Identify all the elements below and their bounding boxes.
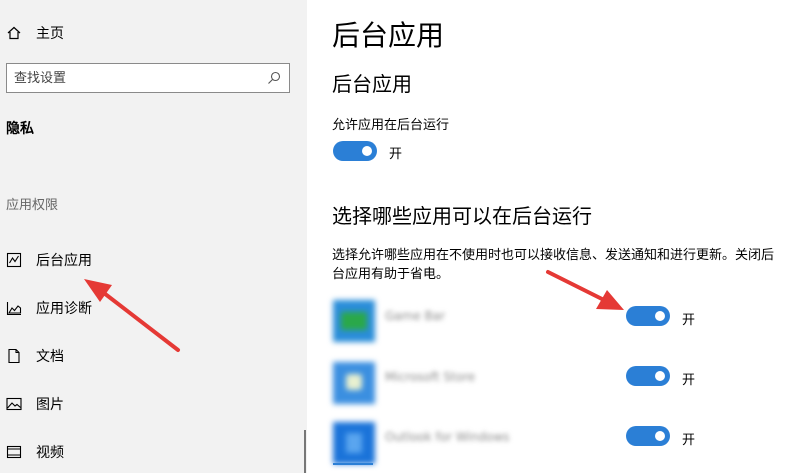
app-toggle-microsoft-store[interactable] [626, 366, 670, 386]
section-heading-choose-apps: 选择哪些应用可以在后台运行 [332, 204, 592, 228]
search-icon[interactable] [267, 71, 281, 85]
toggle-state-label: 开 [389, 147, 403, 162]
app-icon [333, 362, 375, 404]
app-diagnostics-icon [6, 300, 22, 316]
sidebar-item-pictures[interactable]: 图片 [0, 384, 300, 424]
toggle-knob [362, 146, 372, 156]
app-icon [333, 422, 375, 464]
allow-background-toggle[interactable] [333, 141, 377, 161]
page-title: 后台应用 [332, 19, 445, 52]
sidebar-item-videos[interactable]: 视频 [0, 432, 300, 472]
toggle-knob [655, 371, 665, 381]
toggle-state-label: 开 [682, 373, 696, 388]
sidebar-scrollbar[interactable] [304, 430, 306, 473]
sidebar-item-label: 后台应用 [36, 253, 92, 269]
toggle-knob [655, 431, 665, 441]
toggle-state-label: 开 [682, 313, 696, 328]
video-icon [6, 444, 22, 460]
background-apps-icon [6, 252, 22, 268]
sidebar-item-background-apps[interactable]: 后台应用 [0, 240, 300, 280]
selection-underline [333, 463, 373, 465]
sidebar-item-documents[interactable]: 文档 [0, 336, 300, 376]
section-heading-background-apps: 后台应用 [332, 72, 412, 96]
app-icon [333, 300, 375, 342]
search-box[interactable] [6, 63, 290, 93]
search-input[interactable] [14, 70, 254, 86]
section-title: 隐私 [6, 121, 34, 137]
toggle-knob [655, 311, 665, 321]
document-icon [6, 348, 22, 364]
main-content: 后台应用 后台应用 允许应用在后台运行 开 选择哪些应用可以在后台运行 选择允许… [307, 0, 793, 473]
pictures-icon [6, 396, 22, 412]
sidebar-item-app-diagnostics[interactable]: 应用诊断 [0, 288, 300, 328]
sidebar-item-label: 图片 [36, 397, 64, 413]
app-name: Microsoft Store [385, 370, 476, 384]
app-name: Game Bar [385, 309, 446, 323]
sidebar-item-home[interactable]: 主页 [0, 13, 300, 53]
settings-window: 主页 隐私 应用权限 后台应用 应用诊断 文档 [0, 0, 793, 473]
app-toggle-outlook[interactable] [626, 426, 670, 446]
category-label: 应用权限 [6, 198, 59, 213]
toggle-state-label: 开 [682, 433, 696, 448]
sidebar-item-label: 应用诊断 [36, 301, 92, 317]
app-name: Outlook for Windows [385, 430, 510, 444]
home-icon [6, 25, 22, 41]
sidebar-item-label: 视频 [36, 445, 64, 461]
app-toggle-game-bar[interactable] [626, 306, 670, 326]
sidebar: 主页 隐私 应用权限 后台应用 应用诊断 文档 [0, 0, 307, 473]
sidebar-item-label: 主页 [36, 26, 64, 42]
sidebar-item-label: 文档 [36, 349, 64, 365]
allow-background-label: 允许应用在后台运行 [332, 118, 450, 133]
section-description: 选择允许哪些应用在不使用时也可以接收信息、发送通知和进行更新。关闭后台应用有助于… [332, 248, 775, 282]
